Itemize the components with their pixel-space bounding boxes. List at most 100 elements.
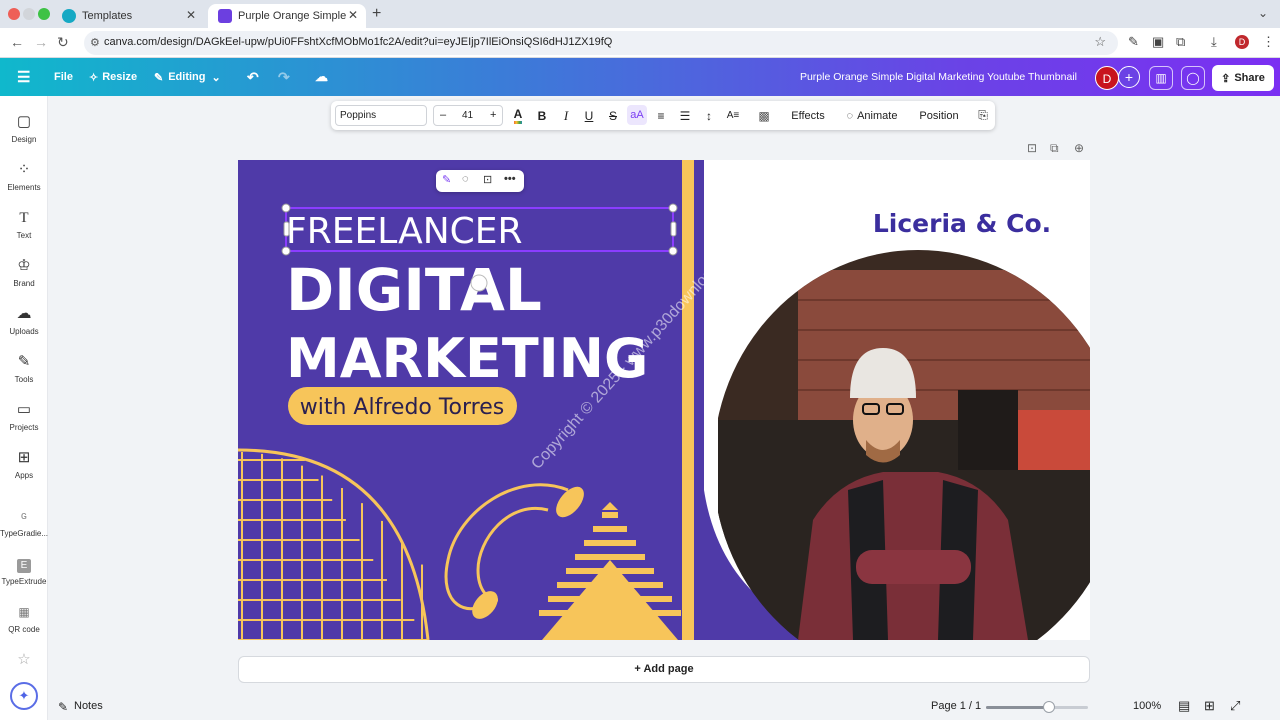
site-settings-icon[interactable]: ⚙ bbox=[90, 36, 100, 49]
forward-arrow-icon[interactable]: → bbox=[34, 34, 48, 50]
page-counter[interactable]: Page 1 / 1 bbox=[931, 700, 981, 712]
profile-avatar[interactable]: D bbox=[1235, 35, 1249, 49]
sidebar-item-elements[interactable]: ⁘ Elements bbox=[0, 160, 48, 192]
sidebar-item-typeextrude[interactable]: E TypeExtrude bbox=[0, 554, 48, 586]
headline-marketing[interactable]: MARKETING bbox=[286, 327, 648, 390]
cloud-save-icon[interactable]: ☁ bbox=[315, 58, 328, 96]
align-button[interactable]: ≡ bbox=[653, 101, 669, 130]
main-menu-icon[interactable]: ☰ bbox=[17, 58, 30, 96]
resize-handle-tr[interactable] bbox=[668, 203, 678, 213]
url-field[interactable]: ⚙ canva.com/design/DAGkEel-upw/pUi0FFsht… bbox=[84, 31, 1118, 55]
share-button[interactable]: ⇪ Share bbox=[1212, 65, 1274, 91]
duplicate-page-icon[interactable]: ⧉ bbox=[1050, 141, 1059, 156]
text-color-button[interactable]: A bbox=[509, 101, 527, 130]
rotate-handle-icon[interactable] bbox=[470, 274, 488, 292]
resize-handle-br[interactable] bbox=[668, 246, 678, 256]
tab-list-chevron-icon[interactable]: ⌄ bbox=[1258, 6, 1268, 20]
decrease-size-button[interactable]: – bbox=[440, 109, 446, 121]
strikethrough-button[interactable]: S bbox=[605, 101, 621, 130]
back-arrow-icon[interactable]: ← bbox=[10, 34, 24, 50]
sidebar-item-brand[interactable]: ♔ Brand bbox=[0, 256, 48, 288]
comments-icon[interactable]: ◯ bbox=[1181, 66, 1205, 90]
copy-style-button[interactable]: ⎘ bbox=[975, 101, 991, 130]
zoom-slider-track[interactable] bbox=[986, 701, 1088, 713]
notes-button[interactable]: Notes bbox=[74, 700, 103, 712]
sidebar-item-starred[interactable]: ☆ bbox=[0, 650, 48, 670]
sidebar-item-design[interactable]: ▢ Design bbox=[0, 112, 48, 144]
close-window-button[interactable] bbox=[8, 8, 20, 20]
sidebar-item-typegradient[interactable]: ɢ TypeGradie... bbox=[0, 506, 48, 538]
editing-mode-dropdown[interactable]: ✎ Editing ⌄ bbox=[154, 58, 221, 96]
triangle-stripe bbox=[602, 512, 618, 518]
page-view-icon[interactable]: ▤ bbox=[1178, 698, 1190, 714]
lock-icon[interactable]: ⊡ bbox=[483, 173, 492, 186]
underline-button[interactable]: U bbox=[581, 101, 597, 130]
sidebar-item-uploads[interactable]: ☁ Uploads bbox=[0, 304, 48, 336]
close-tab-icon[interactable]: ✕ bbox=[186, 8, 196, 22]
notes-icon[interactable]: ✎ bbox=[58, 700, 68, 714]
zoom-slider-handle[interactable] bbox=[1043, 701, 1056, 713]
redo-icon[interactable]: ↷ bbox=[278, 58, 290, 96]
subtitle-text[interactable]: with Alfredo Torres bbox=[300, 395, 504, 420]
magic-edit-icon[interactable]: ✎ bbox=[442, 173, 451, 186]
transparency-button[interactable]: ▩ bbox=[756, 101, 772, 130]
reload-icon[interactable]: ↻ bbox=[57, 34, 69, 51]
more-options-icon[interactable]: ••• bbox=[504, 173, 516, 185]
close-tab-icon[interactable]: ✕ bbox=[348, 8, 358, 22]
maximize-window-button[interactable] bbox=[38, 8, 50, 20]
bold-button[interactable]: B bbox=[534, 101, 550, 130]
resize-handle-left[interactable] bbox=[283, 221, 290, 237]
minimize-window-button[interactable] bbox=[23, 8, 35, 20]
font-size-value[interactable]: 41 bbox=[462, 110, 473, 121]
brand-name[interactable]: Liceria & Co. bbox=[873, 209, 1051, 238]
case-toggle-button[interactable]: aA bbox=[627, 105, 647, 125]
resize-handle-tl[interactable] bbox=[281, 203, 291, 213]
resize-handle-bl[interactable] bbox=[281, 246, 291, 256]
font-family-select[interactable]: Poppins bbox=[335, 105, 427, 126]
effects-button[interactable]: Effects bbox=[787, 101, 829, 130]
undo-icon[interactable]: ↶ bbox=[247, 58, 259, 96]
zoom-level[interactable]: 100% bbox=[1133, 700, 1161, 712]
sidebar-item-text[interactable]: T Text bbox=[0, 208, 48, 240]
text-style-button[interactable]: A≡ bbox=[725, 101, 741, 130]
magic-assistant-icon[interactable]: ✦ bbox=[10, 682, 38, 710]
document-title[interactable]: Purple Orange Simple Digital Marketing Y… bbox=[800, 71, 1077, 83]
increase-size-button[interactable]: + bbox=[490, 109, 496, 121]
spacing-button[interactable]: ↕ bbox=[701, 101, 717, 130]
new-tab-icon[interactable]: + bbox=[372, 5, 381, 23]
extensions-puzzle-icon[interactable]: ⧉ bbox=[1176, 34, 1185, 50]
file-menu[interactable]: File bbox=[54, 58, 73, 96]
resize-handle-right[interactable] bbox=[670, 221, 677, 237]
italic-button[interactable]: I bbox=[558, 101, 574, 130]
add-page-icon[interactable]: ⊕ bbox=[1074, 141, 1084, 155]
bookmark-star-icon[interactable]: ☆ bbox=[1094, 34, 1106, 50]
lock-page-icon[interactable]: ⊡ bbox=[1027, 141, 1037, 155]
animate-button[interactable]: ◌ Animate bbox=[842, 101, 902, 130]
add-page-button[interactable]: + Add page bbox=[238, 656, 1090, 683]
tab-templates[interactable]: Templates ✕ bbox=[52, 4, 204, 28]
downloads-icon[interactable]: ⤓ bbox=[1211, 34, 1217, 50]
browser-menu-icon[interactable]: ⋮ bbox=[1262, 34, 1275, 50]
eyedropper-extension-icon[interactable]: ✎ bbox=[1128, 34, 1139, 50]
person-crossed-arms bbox=[856, 550, 971, 584]
pencil-icon: ✎ bbox=[154, 71, 164, 84]
list-button[interactable]: ☰ bbox=[677, 101, 693, 130]
design-canvas[interactable]: Copyright © 2025 - www.p30download.com F… bbox=[238, 160, 1090, 640]
tab-design[interactable]: Purple Orange Simple Digital ✕ bbox=[208, 4, 366, 28]
resize-button[interactable]: ✧ Resize bbox=[89, 58, 137, 96]
insights-chart-icon[interactable]: ▥ bbox=[1149, 66, 1173, 90]
extension-square-icon[interactable]: ▣ bbox=[1152, 34, 1164, 50]
invite-plus-icon[interactable]: + bbox=[1118, 66, 1140, 88]
headline-digital[interactable]: DIGITAL bbox=[286, 256, 542, 324]
comment-add-icon[interactable]: ◌ bbox=[462, 173, 469, 185]
text-format-toolbar: Poppins – 41 + A B I U S aA ≡ ☰ ↕ A≡ ▩ E… bbox=[331, 101, 995, 130]
sidebar-item-qr-code[interactable]: ▦ QR code bbox=[0, 602, 48, 634]
fullscreen-icon[interactable]: ⤢ bbox=[1230, 698, 1240, 714]
position-button[interactable]: Position bbox=[915, 101, 963, 130]
grid-view-icon[interactable]: ⊞ bbox=[1204, 698, 1215, 714]
headline-freelancer[interactable]: FREELANCER bbox=[286, 211, 523, 252]
sidebar-item-apps[interactable]: ⊞ Apps bbox=[0, 448, 48, 480]
sidebar-item-projects[interactable]: ▭ Projects bbox=[0, 400, 48, 432]
user-avatar[interactable]: D bbox=[1095, 66, 1119, 90]
sidebar-item-tools[interactable]: ✎ Tools bbox=[0, 352, 48, 384]
